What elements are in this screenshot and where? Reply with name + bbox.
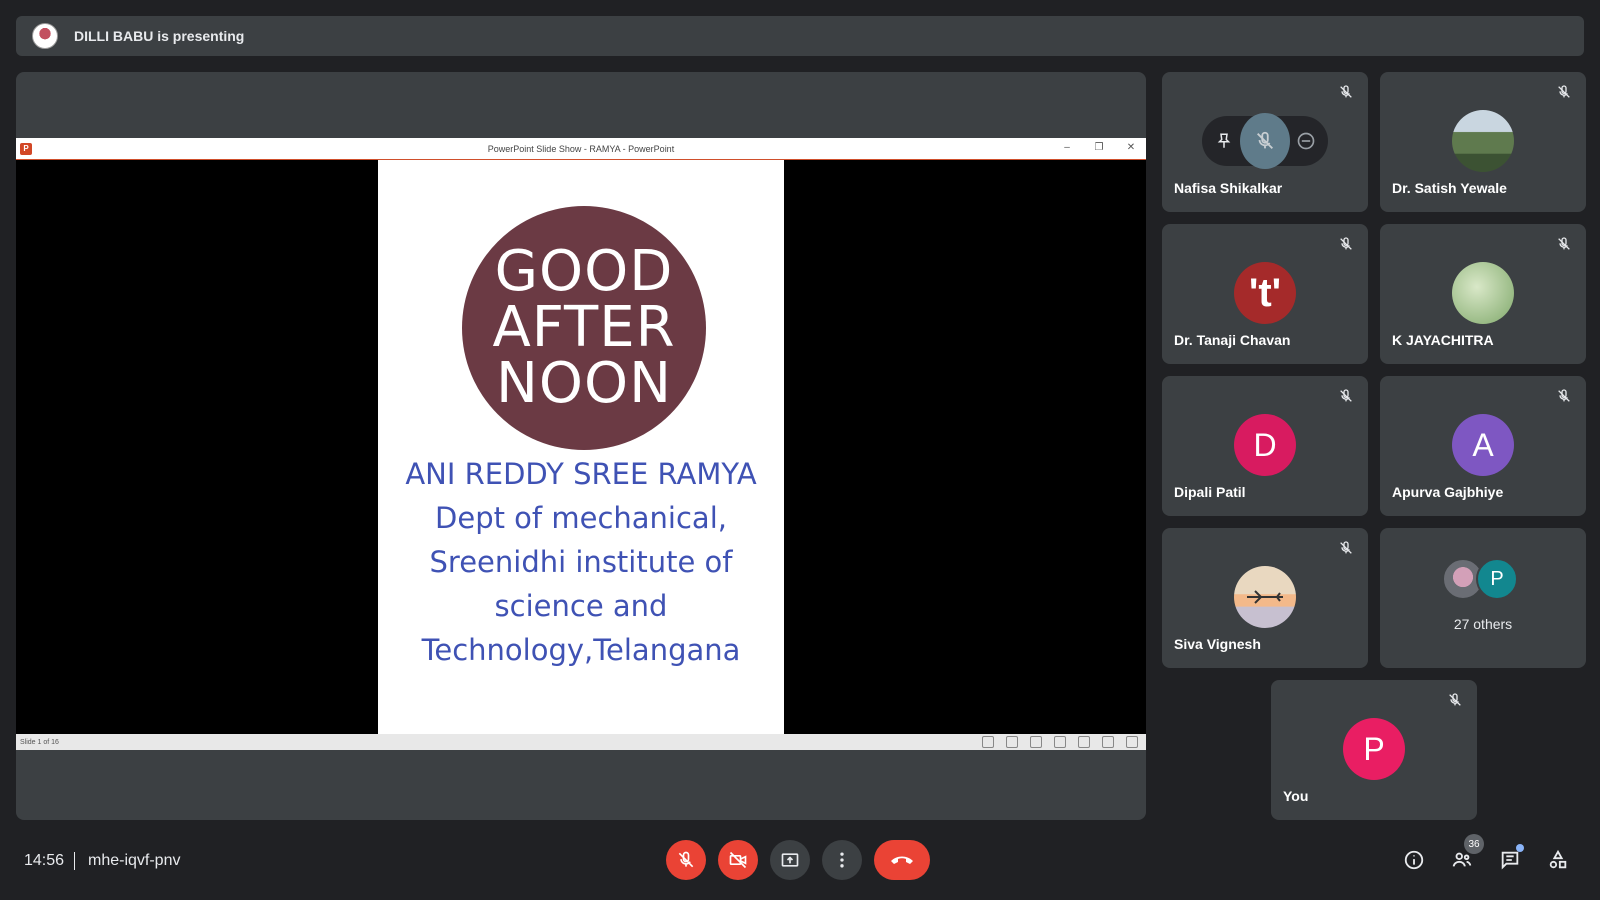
- window-controls: – ❐ ✕: [1060, 141, 1138, 155]
- next-slide-icon: [1030, 736, 1042, 748]
- others-avatar-stack: P: [1442, 558, 1518, 600]
- mic-off-icon: [1340, 541, 1352, 554]
- prev-slide-icon: [982, 736, 994, 748]
- people-button[interactable]: 36: [1444, 834, 1484, 878]
- presenting-banner: DILLI BABU is presenting: [16, 16, 1584, 56]
- remove-button[interactable]: [1290, 123, 1322, 159]
- participant-tile[interactable]: K JAYACHITRA: [1380, 224, 1586, 364]
- participant-avatar: [1452, 110, 1514, 172]
- mute-participant-button[interactable]: [1240, 113, 1290, 169]
- slide-line: Sreenidhi institute of: [429, 545, 733, 579]
- meeting-time: 14:56: [24, 852, 65, 869]
- chat-notification-dot: [1516, 844, 1524, 852]
- camera-toggle-button[interactable]: [718, 840, 758, 880]
- pin-button[interactable]: [1208, 123, 1240, 159]
- end-call-icon: [891, 856, 913, 864]
- participant-name: Apurva Gajbhiye: [1392, 484, 1504, 500]
- greeting-line: GOOD: [494, 239, 674, 304]
- present-icon: [781, 853, 799, 867]
- participant-tile[interactable]: Dr. Satish Yewale: [1380, 72, 1586, 212]
- bottom-control-bar: 14:56 mhe-iqvf-pnv 36: [0, 830, 1600, 900]
- close-icon: ✕: [1126, 142, 1136, 153]
- slide-text: ANI REDDY SREE RAMYA Dept of mechanical,…: [378, 452, 784, 672]
- pin-icon: [1217, 133, 1231, 148]
- greeting-line: NOON: [496, 351, 672, 416]
- participant-name: Siva Vignesh: [1174, 636, 1261, 652]
- slide-line: Dept of mechanical,: [435, 501, 727, 535]
- slide: GOOD AFTER NOON ANI REDDY SREE RAMYA Dep…: [378, 160, 784, 734]
- greeting-circle: GOOD AFTER NOON: [462, 206, 706, 450]
- mic-off-icon: [1558, 237, 1570, 250]
- people-count-badge: 36: [1464, 834, 1484, 854]
- presenting-text: DILLI BABU is presenting: [74, 28, 245, 44]
- restore-icon: ❐: [1094, 142, 1104, 153]
- ppt-status-bar: Slide 1 of 16: [16, 734, 1146, 750]
- normal-view-icon: [1054, 736, 1066, 748]
- participant-name: Dr. Tanaji Chavan: [1174, 332, 1291, 348]
- chat-icon: [1501, 851, 1519, 870]
- ppt-window-title: PowerPoint Slide Show - RAMYA - PowerPoi…: [487, 143, 675, 154]
- chat-button[interactable]: [1492, 842, 1528, 878]
- minimize-icon: –: [1064, 142, 1070, 153]
- mic-off-icon: [678, 851, 694, 868]
- participant-name: Nafisa Shikalkar: [1174, 180, 1283, 196]
- participant-tile[interactable]: Siva Vignesh: [1162, 528, 1368, 668]
- slide-counter: Slide 1 of 16: [20, 738, 59, 746]
- participant-name: Dr. Satish Yewale: [1392, 180, 1507, 196]
- mic-off-icon: [1449, 693, 1461, 706]
- mic-off-icon: [1340, 237, 1352, 250]
- reading-view-icon: [1102, 736, 1114, 748]
- tile-hover-controls[interactable]: [1202, 113, 1328, 169]
- participant-tile[interactable]: D Dipali Patil: [1162, 376, 1368, 516]
- airplane-icon: [1247, 590, 1283, 604]
- others-count: 27 others: [1453, 616, 1513, 632]
- activities-icon: [1549, 849, 1567, 869]
- ppt-view-tools: [982, 736, 1138, 748]
- sorter-view-icon: [1078, 736, 1090, 748]
- participant-tile[interactable]: A Apurva Gajbhiye: [1380, 376, 1586, 516]
- presentation-stage[interactable]: P PowerPoint Slide Show - RAMYA - PowerP…: [16, 72, 1146, 820]
- info-icon: [1404, 850, 1424, 870]
- activities-button[interactable]: [1540, 842, 1576, 878]
- mic-off-icon: [1558, 389, 1570, 402]
- microphone-toggle-button[interactable]: [666, 840, 706, 880]
- greeting-line: AFTER: [492, 295, 676, 360]
- divider: [74, 852, 75, 870]
- participant-avatar: P: [1476, 558, 1518, 600]
- slideshow-view-icon: [1126, 736, 1138, 748]
- camera-off-icon: [729, 851, 747, 869]
- ppt-titlebar: P PowerPoint Slide Show - RAMYA - PowerP…: [16, 138, 1146, 160]
- participant-avatar: [1452, 262, 1514, 324]
- participant-avatar: 't': [1234, 262, 1296, 324]
- present-now-button[interactable]: [770, 840, 810, 880]
- slide-line: Technology,Telangana: [421, 633, 741, 667]
- participant-avatar: A: [1452, 414, 1514, 476]
- meeting-details-button[interactable]: [1396, 842, 1432, 878]
- participant-name: Dipali Patil: [1174, 484, 1246, 500]
- mic-off-icon: [1257, 131, 1273, 149]
- meeting-code: mhe-iqvf-pnv: [88, 852, 181, 869]
- self-avatar: P: [1343, 718, 1405, 780]
- participant-tile[interactable]: Nafisa Shikalkar: [1162, 72, 1368, 212]
- mic-off-icon: [1340, 85, 1352, 98]
- presenter-avatar: [32, 23, 58, 49]
- participant-tile[interactable]: 't' Dr. Tanaji Chavan: [1162, 224, 1368, 364]
- participant-avatar: D: [1234, 414, 1296, 476]
- powerpoint-icon: P: [20, 143, 32, 155]
- notes-icon: [1006, 736, 1018, 748]
- participant-avatar: [1234, 566, 1296, 628]
- leave-call-button[interactable]: [874, 840, 930, 880]
- mic-off-icon: [1340, 389, 1352, 402]
- self-name: You: [1283, 788, 1309, 804]
- slide-line: science and: [494, 589, 668, 623]
- others-tile[interactable]: P 27 others: [1380, 528, 1586, 668]
- more-options-icon: [840, 852, 844, 868]
- more-options-button[interactable]: [822, 840, 862, 880]
- participant-name: K JAYACHITRA: [1392, 332, 1494, 348]
- remove-icon: [1297, 132, 1315, 150]
- mic-off-icon: [1558, 85, 1570, 98]
- presenter-name: ANI REDDY SREE RAMYA: [405, 457, 757, 491]
- self-tile[interactable]: P You: [1271, 680, 1477, 820]
- shared-powerpoint-window: P PowerPoint Slide Show - RAMYA - PowerP…: [16, 138, 1146, 750]
